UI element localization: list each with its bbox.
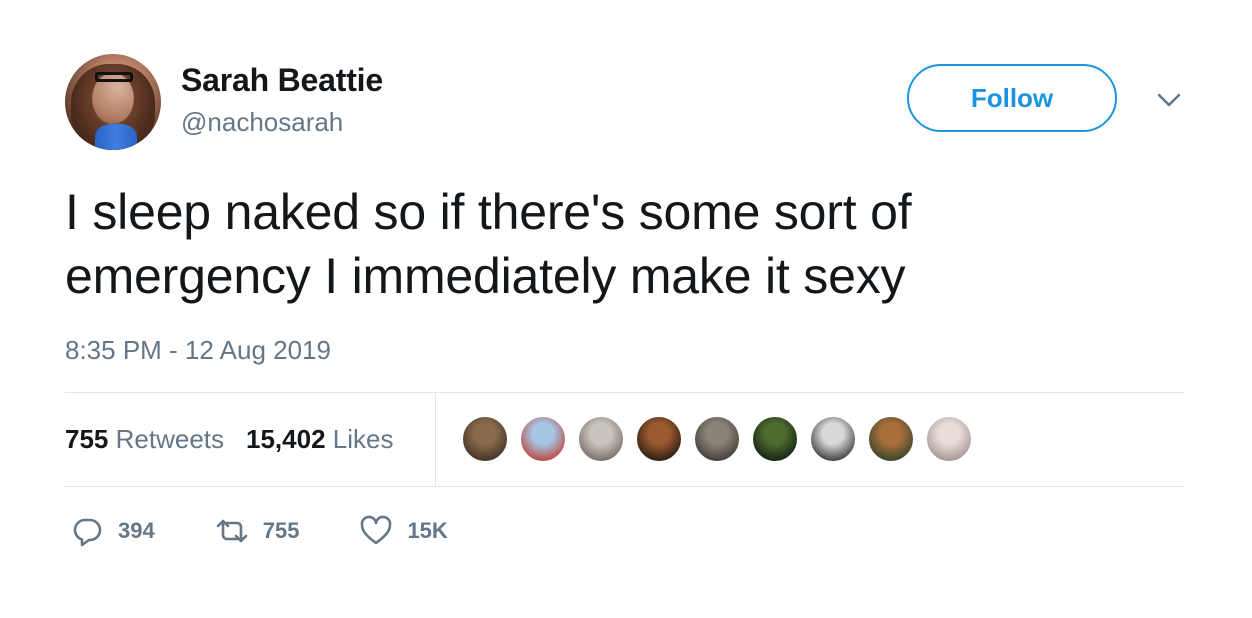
retweet-icon [216,519,248,543]
like-action[interactable]: 15K [359,514,448,548]
like-count: 15K [407,518,448,543]
reply-action[interactable]: 394 [70,514,155,548]
retweets-stat-count: 755 [65,424,109,454]
tweet-card: Sarah Beattie @nachosarah Follow I sleep… [0,0,1252,618]
tweet-timestamp[interactable]: 8:35 PM - 12 Aug 2019 [65,335,331,366]
stats-divider-vertical [435,392,436,486]
reply-count: 394 [118,518,155,543]
liker-avatar[interactable] [693,415,741,463]
liker-avatar[interactable] [635,415,683,463]
likes-stat-label: Likes [332,424,394,454]
chevron-down-icon[interactable] [1155,90,1183,110]
tweet-text-line-2: emergency I immediately make it sexy [65,248,906,304]
liker-avatar[interactable] [867,415,915,463]
tweet-text: I sleep naked so if there's some sort of… [65,180,1185,308]
liker-avatars [461,415,973,463]
likes-stat-count: 15,402 [246,424,326,454]
liker-avatar[interactable] [925,415,973,463]
retweets-stat[interactable]: 755 Retweets [65,424,224,455]
author-avatar[interactable] [65,54,161,150]
stats-divider-bottom [65,486,1185,487]
retweet-count: 755 [262,518,300,543]
reply-icon [73,518,102,547]
retweets-stat-label: Retweets [115,424,225,454]
retweet-action[interactable]: 755 [215,514,300,548]
liker-avatar[interactable] [461,415,509,463]
author-name[interactable]: Sarah Beattie [181,62,383,99]
action-bar: 394 755 15K [70,514,508,548]
avatar-shirt [95,124,137,150]
follow-button[interactable]: Follow [907,64,1117,132]
heart-icon [361,515,392,545]
liker-avatar[interactable] [577,415,625,463]
liker-avatar[interactable] [519,415,567,463]
liker-avatar[interactable] [751,415,799,463]
tweet-stats: 755 Retweets 15,402 Likes [65,424,393,455]
tweet-text-line-1: I sleep naked so if there's some sort of [65,184,912,240]
stats-divider-top [65,392,1185,393]
likes-stat[interactable]: 15,402 Likes [246,424,393,455]
liker-avatar[interactable] [809,415,857,463]
avatar-glasses [95,72,133,82]
author-handle[interactable]: @nachosarah [181,107,343,138]
